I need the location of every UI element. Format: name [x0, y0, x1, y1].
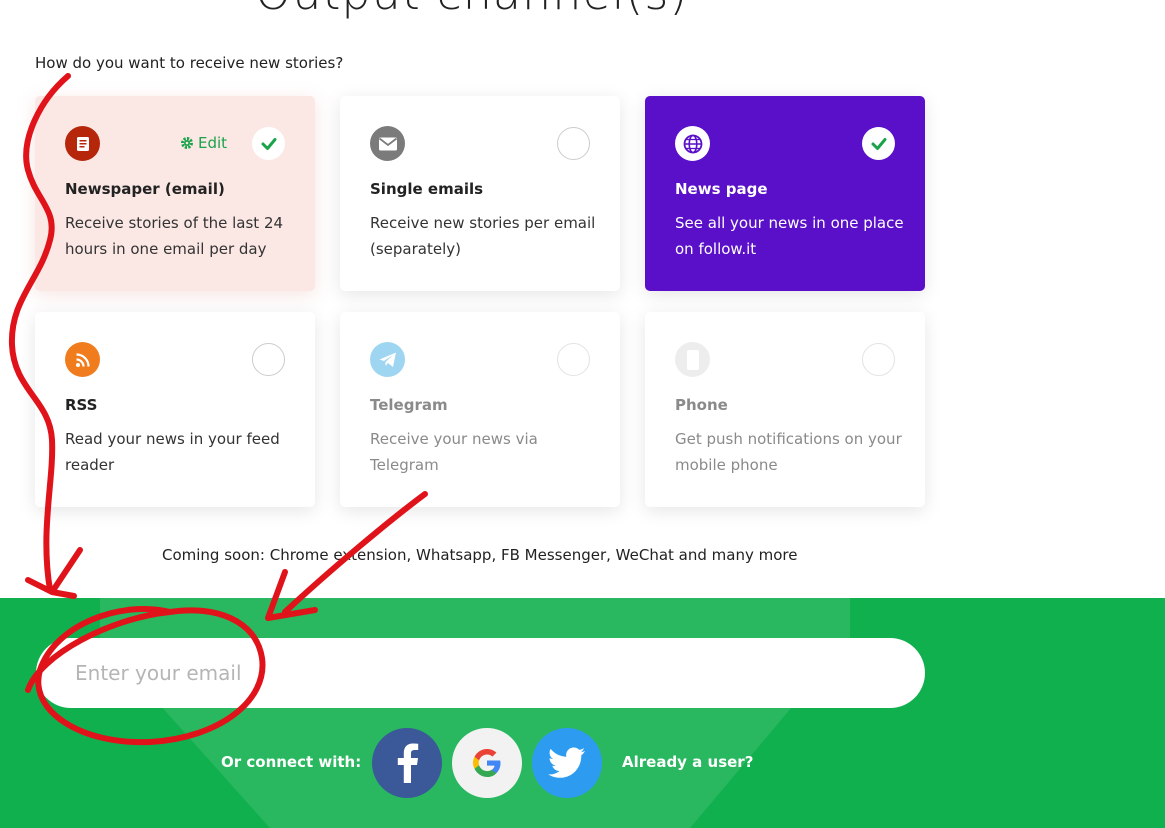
- card-description: See all your news in one place on follow…: [675, 214, 904, 258]
- facebook-icon: [397, 743, 419, 783]
- card-description: Receive new stories per email (separatel…: [370, 214, 596, 258]
- card-description: Read your news in your feed reader: [65, 430, 280, 474]
- card-title: Telegram: [370, 396, 448, 414]
- connect-label: Or connect with:: [221, 753, 362, 771]
- signup-section: Or connect with: Already a user?: [0, 598, 1165, 828]
- card-title: Phone: [675, 396, 728, 414]
- channel-card-rss[interactable]: RSS Read your news in your feed reader: [35, 312, 315, 507]
- card-title: Single emails: [370, 180, 484, 198]
- gear-icon: [181, 137, 193, 149]
- telegram-icon: [370, 342, 405, 377]
- already-user-link[interactable]: Already a user?: [622, 753, 753, 771]
- checkbox-circle[interactable]: [557, 127, 590, 160]
- card-title: Newspaper (email): [65, 180, 225, 198]
- google-icon: [473, 749, 501, 777]
- newspaper-icon: [65, 126, 100, 161]
- checkmark-icon[interactable]: [862, 127, 895, 160]
- checkmark-icon[interactable]: [252, 127, 285, 160]
- card-description: Receive stories of the last 24 hours in …: [65, 214, 284, 258]
- card-description: Receive your news via Telegram: [370, 430, 538, 474]
- channel-card-newspaper[interactable]: Edit Newspaper (email) Receive stories o…: [35, 96, 315, 291]
- checkbox-circle[interactable]: [862, 343, 895, 376]
- rss-icon: [65, 342, 100, 377]
- twitter-button[interactable]: [532, 728, 602, 798]
- page-title: Output channel(s): [255, 0, 688, 20]
- coming-soon-text: Coming soon: Chrome extension, Whatsapp,…: [162, 546, 798, 564]
- phone-icon: [675, 342, 710, 377]
- channel-card-telegram[interactable]: Telegram Receive your news via Telegram: [340, 312, 620, 507]
- card-title: RSS: [65, 396, 98, 414]
- email-input[interactable]: [36, 638, 925, 708]
- question-text: How do you want to receive new stories?: [35, 54, 344, 72]
- channel-card-single-emails[interactable]: Single emails Receive new stories per em…: [340, 96, 620, 291]
- channel-card-news-page[interactable]: News page See all your news in one place…: [645, 96, 925, 291]
- card-title: News page: [675, 180, 768, 198]
- checkbox-circle[interactable]: [557, 343, 590, 376]
- facebook-button[interactable]: [372, 728, 442, 798]
- checkbox-circle[interactable]: [252, 343, 285, 376]
- card-description: Get push notifications on your mobile ph…: [675, 430, 902, 474]
- globe-icon: [675, 126, 710, 161]
- google-button[interactable]: [452, 728, 522, 798]
- channel-card-phone[interactable]: Phone Get push notifications on your mob…: [645, 312, 925, 507]
- edit-link[interactable]: Edit: [180, 134, 227, 152]
- twitter-icon: [548, 747, 585, 778]
- envelope-icon: [370, 126, 405, 161]
- edit-label: Edit: [198, 134, 228, 152]
